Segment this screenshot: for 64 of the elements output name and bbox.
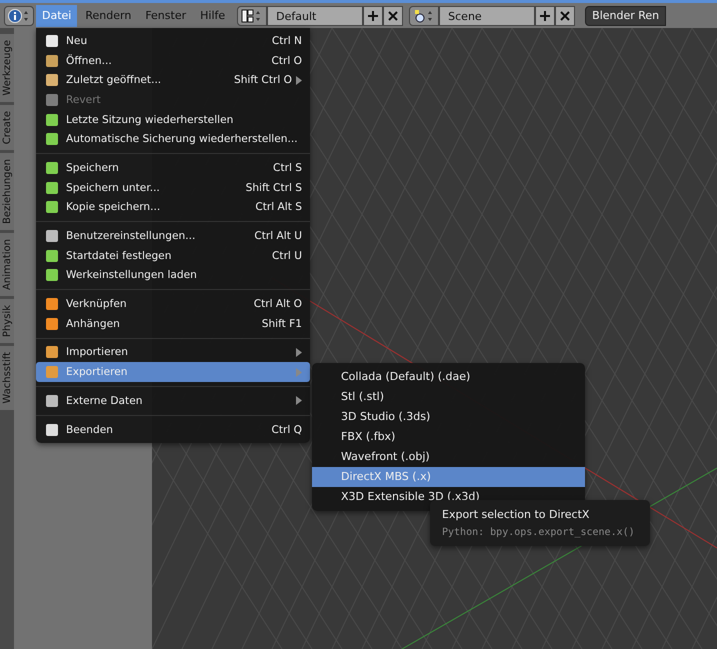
tool-tab[interactable]: Werkzeuge [0, 34, 14, 102]
menu-item[interactable]: Beenden Ctrl Q [36, 420, 310, 440]
tool-tab[interactable]: Wachsstift [0, 346, 14, 410]
python-path: Python: bpy.ops.export_scene.x() [442, 527, 636, 538]
menu-item-icon [44, 199, 60, 216]
menu-item[interactable]: Benutzereinstellungen... Ctrl Alt U [36, 226, 310, 246]
add-icon[interactable] [363, 6, 384, 26]
menu-item-icon [44, 180, 60, 196]
menu-item-icon [44, 344, 60, 360]
menu-item-icon [44, 364, 60, 380]
tooltip-title: Export selection to DirectX [442, 508, 590, 521]
menu-item[interactable]: Stl (.stl) [312, 387, 585, 407]
submenu-arrow-icon [296, 396, 302, 406]
editor-type-button[interactable] [4, 6, 34, 26]
menu-item[interactable]: Wavefront (.obj) [312, 447, 585, 467]
menu-item-icon [44, 131, 60, 148]
tool-tab[interactable]: Create [0, 104, 14, 150]
menu-item[interactable]: Letzte Sitzung wiederherstellen [36, 110, 310, 130]
menu-item[interactable]: 3D Studio (.3ds) [312, 407, 585, 427]
menu-item[interactable]: Zuletzt geöffnet... Shift Ctrl O [36, 70, 310, 90]
scene-field[interactable]: Scene [439, 6, 536, 26]
menu-item-icon [44, 392, 60, 409]
menu-item[interactable]: Hilfe [194, 4, 232, 26]
menu-item[interactable]: Werkeinstellungen laden [36, 266, 310, 286]
menu-item-icon [44, 52, 60, 69]
menu-item[interactable]: Automatische Sicherung wiederherstellen... [36, 129, 310, 150]
menu-item[interactable]: Öffnen... Ctrl O [36, 50, 310, 70]
menu-item[interactable]: Kopie speichern... Ctrl Alt S [36, 198, 310, 218]
menu-item[interactable]: Speichern Ctrl S [36, 158, 310, 178]
menu-item[interactable]: FBX (.fbx) [312, 427, 585, 447]
menu-item[interactable]: Fenster [139, 4, 192, 26]
submenu-arrow-icon [296, 368, 302, 377]
close-icon[interactable] [555, 6, 576, 26]
menu-item[interactable]: Importieren [36, 342, 310, 362]
menu-item-icon [44, 112, 60, 128]
menu-item-icon [44, 296, 60, 312]
menu-item[interactable]: Startdatei festlegen Ctrl U [36, 246, 310, 266]
menu-item-icon [44, 248, 60, 264]
menu-item[interactable]: Neu Ctrl N [36, 31, 310, 51]
menu-item-icon [44, 160, 60, 176]
menu-item[interactable]: Rendern [79, 4, 138, 26]
add-icon[interactable] [535, 6, 556, 26]
menu-item-icon [44, 422, 60, 438]
menu-item-icon [44, 316, 60, 332]
menu-item[interactable]: Externe Daten [36, 391, 310, 411]
menu-item-icon [44, 72, 60, 88]
menu-item[interactable]: Verknüpfen Ctrl Alt O [36, 294, 310, 314]
tool-tab[interactable]: Animation [0, 232, 14, 296]
menu-item-icon [44, 228, 60, 244]
menu-item-icon [44, 32, 60, 49]
submenu-arrow-icon [296, 348, 302, 357]
submenu-arrow-icon [296, 76, 302, 85]
menu-item[interactable]: Collada (Default) (.dae) [312, 367, 585, 387]
menu-item-icon [44, 92, 60, 108]
close-icon[interactable] [383, 6, 404, 26]
tool-tab[interactable]: Beziehungen [0, 152, 14, 230]
tool-tab[interactable]: Physik [0, 298, 14, 343]
menu-item[interactable]: Anhängen Shift F1 [36, 314, 310, 334]
scene-button[interactable] [409, 6, 440, 26]
screen-layout-button[interactable] [237, 6, 268, 26]
layout-field[interactable]: Default [267, 6, 364, 26]
menu-item[interactable]: Speichern unter... Shift Ctrl S [36, 178, 310, 198]
render-engine-dropdown[interactable]: Blender Ren [585, 6, 666, 26]
menu-item-icon [44, 267, 60, 284]
